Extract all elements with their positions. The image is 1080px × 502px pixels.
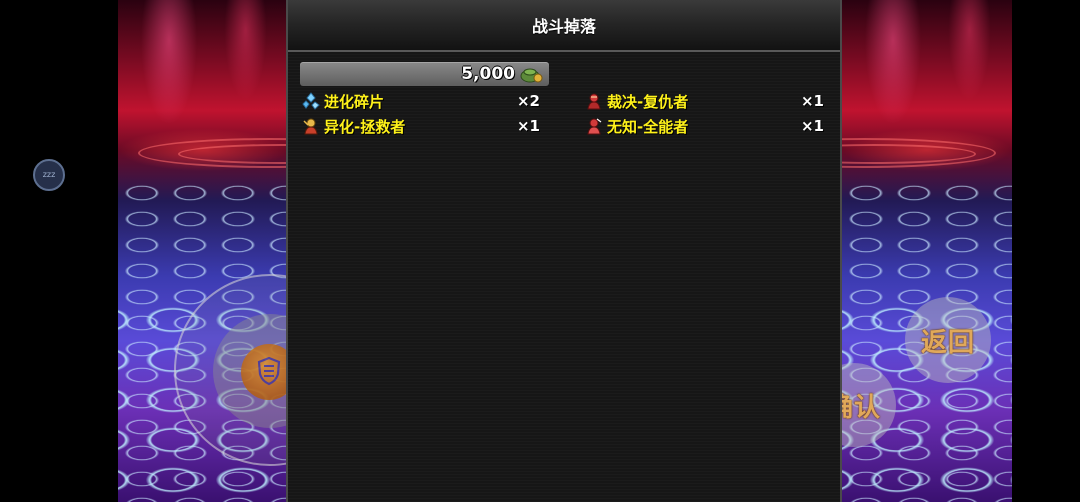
drop-item-qty: ×1 <box>516 117 540 135</box>
gold-reward-bar: 5,000 <box>300 62 549 86</box>
back-button-label: 返回 <box>920 327 975 358</box>
idle-status-badge[interactable]: zzz <box>33 159 65 191</box>
drop-item-name: 进化碎片 <box>324 92 385 111</box>
red-figure-icon <box>587 93 601 110</box>
gold-amount: 5,000 <box>461 64 515 84</box>
game-screen: zzz 返回 确认 战斗掉落 5,000 进化碎片 ×2 裁决-复仇者 ×1 异… <box>0 0 1080 502</box>
crystal-shard-icon <box>302 92 320 110</box>
drop-item-qty: ×2 <box>516 92 540 110</box>
gold-figure-icon <box>303 118 318 135</box>
drop-item-qty: ×1 <box>800 92 824 110</box>
shield-icon <box>257 356 281 386</box>
drop-item-name: 裁决-复仇者 <box>607 92 689 111</box>
drop-item: 裁决-复仇者 <box>585 90 688 112</box>
drop-item-qty: ×1 <box>800 117 824 135</box>
battle-drops-panel: 战斗掉落 5,000 进化碎片 ×2 裁决-复仇者 ×1 异化-拯救者 ×1 无… <box>286 0 842 502</box>
drop-item-name: 无知-全能者 <box>607 117 689 136</box>
drop-item: 无知-全能者 <box>585 115 688 137</box>
drop-item: 进化碎片 <box>302 90 384 112</box>
back-button[interactable]: 返回 <box>905 297 991 383</box>
panel-title: 战斗掉落 <box>531 17 596 36</box>
panel-header: 战斗掉落 <box>288 0 840 52</box>
drop-item: 异化-拯救者 <box>302 115 405 137</box>
idle-badge-label: zzz <box>42 170 56 179</box>
drop-item-name: 异化-拯救者 <box>324 117 406 136</box>
red-figure-icon <box>587 118 602 135</box>
money-bag-icon <box>520 68 543 83</box>
